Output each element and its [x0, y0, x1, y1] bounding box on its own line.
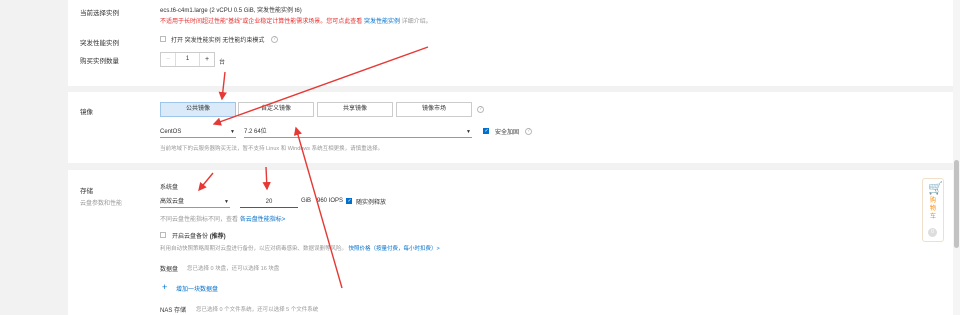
scrollbar-thumb[interactable]	[954, 160, 959, 248]
arrow-to-os-select	[212, 46, 429, 126]
arrow-to-disk-type	[198, 172, 214, 192]
cart-label: 购物车	[930, 198, 937, 220]
arrow-to-disk-size	[262, 166, 271, 191]
arrow-to-version-select	[293, 126, 343, 289]
scrollbar-track[interactable]	[953, 0, 960, 315]
cart-icon: 🛒	[928, 181, 943, 195]
arrow-to-public-image	[218, 71, 227, 101]
annotation-arrows	[198, 46, 429, 289]
cart-count-badge: 0	[928, 228, 937, 237]
shopping-cart-tab[interactable]: 🛒 购物车 0	[922, 178, 944, 242]
